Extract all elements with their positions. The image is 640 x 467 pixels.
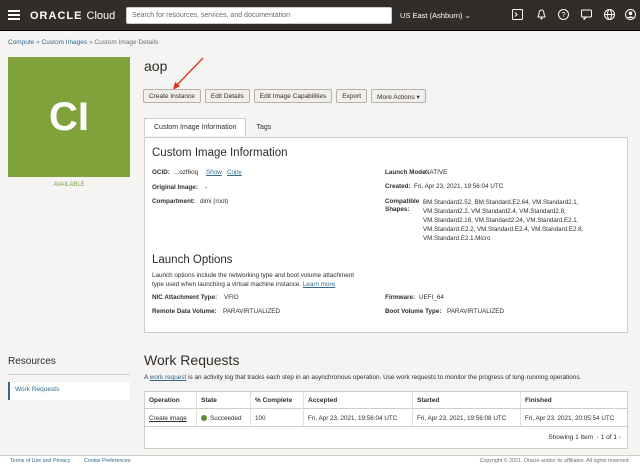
accepted-cell: Fri, Apr 23, 2021, 19:56:04 UTC (304, 409, 413, 427)
work-requests-heading: Work Requests (144, 352, 240, 368)
export-button[interactable]: Export (336, 89, 368, 103)
remote-data-volume-value: PARAVIRTUALIZED (223, 308, 281, 315)
tab-tags[interactable]: Tags (246, 118, 281, 136)
action-buttons: Create Instance Edit Details Edit Image … (143, 89, 430, 103)
info-heading: Custom Image Information (152, 147, 288, 159)
menu-icon[interactable] (8, 10, 20, 20)
original-image-value: - (205, 184, 208, 191)
breadcrumb-current: Custom Image Details (94, 39, 159, 46)
user-profile-icon[interactable] (624, 9, 636, 21)
finished-cell: Fri, Apr 23, 2021, 20:05:54 UTC (521, 409, 627, 427)
work-request-link[interactable]: work request (150, 374, 187, 381)
compatible-shapes-label: Compatible (385, 198, 420, 205)
column-header-percent-complete[interactable]: % Complete (251, 392, 304, 409)
status-badge: AVAILABLE (53, 182, 85, 188)
shapes-label: Shapes: (385, 206, 410, 213)
more-actions-button[interactable]: More Actions ▾ (371, 89, 426, 103)
resources-heading: Resources (8, 356, 56, 367)
state-cell: Succeeded (197, 409, 251, 427)
launch-mode-value: NATIVE (425, 169, 448, 176)
started-cell: Fri, Apr 23, 2021, 19:56:08 UTC (413, 409, 521, 427)
status-dot-icon (201, 415, 207, 421)
breadcrumb-compute[interactable]: Compute (8, 39, 34, 46)
nic-attachment-label: NIC Attachment Type: (152, 294, 218, 301)
column-header-started[interactable]: Started (413, 392, 521, 409)
region-selector[interactable]: US East (Ashburn) ⌄ (400, 11, 471, 20)
tab-custom-image-information[interactable]: Custom Image Information (144, 118, 247, 136)
firmware-label: Firmware: (385, 294, 416, 301)
work-requests-table: Operation State % Complete Accepted Star… (144, 391, 628, 449)
red-arrow-annotation (173, 57, 204, 90)
column-header-operation[interactable]: Operation (145, 392, 197, 409)
ocid-show-link[interactable]: Show (206, 169, 222, 176)
compartment-value: dimi (root) (200, 198, 229, 205)
original-image-label: Original Image: (152, 184, 198, 191)
remote-data-volume-label: Remote Data Volume: (152, 308, 217, 315)
top-navigation-bar: ORACLE Cloud Search for resources, servi… (0, 0, 640, 31)
launch-options-description: Launch options include the networking ty… (152, 272, 354, 288)
compatible-shapes-list: BM.Standard2.52, BM.Standard.E2.64, VM.S… (423, 199, 584, 242)
chevron-down-icon: ⌄ (464, 11, 471, 20)
chat-icon[interactable] (580, 9, 592, 21)
created-value: Fri, Apr 23, 2021, 19:56:04 UTC (414, 183, 504, 190)
create-instance-button[interactable]: Create Instance (143, 89, 201, 103)
custom-image-avatar: CI (8, 57, 130, 177)
breadcrumb-custom-images[interactable]: Custom Images (42, 39, 88, 46)
created-label: Created: (385, 183, 411, 190)
boot-volume-type-label: Boot Volume Type: (385, 308, 442, 315)
column-header-finished[interactable]: Finished (521, 392, 627, 409)
page-footer: Terms of Use and Privacy Cookie Preferen… (0, 455, 640, 467)
pagination: Showing 1 Item ‹ 1 of 1 › (548, 434, 621, 441)
firmware-value: UEFI_64 (419, 294, 444, 301)
oracle-cloud-logo[interactable]: ORACLE Cloud (30, 10, 115, 22)
next-page-icon[interactable]: › (619, 434, 621, 441)
work-requests-description: A work request is an activity log that t… (144, 374, 582, 381)
cloud-shell-icon[interactable] (511, 9, 523, 21)
bell-icon[interactable] (535, 9, 547, 21)
ocid-value: ...ozf6oq (174, 169, 199, 176)
copyright-text: Copyright © 2021, Oracle and/or its affi… (479, 458, 630, 464)
help-icon[interactable]: ? (557, 9, 569, 21)
ocid-copy-link[interactable]: Copy (227, 169, 242, 176)
column-header-accepted[interactable]: Accepted (304, 392, 413, 409)
search-input[interactable]: Search for resources, services, and docu… (126, 7, 392, 24)
prev-page-icon[interactable]: ‹ (597, 434, 599, 441)
compartment-label: Compartment: (152, 198, 196, 205)
sidebar-item-work-requests[interactable]: Work Requests (8, 382, 130, 400)
page-title: aop (144, 58, 168, 74)
terms-link[interactable]: Terms of Use and Privacy (10, 458, 70, 464)
percent-complete-cell: 100 (251, 409, 304, 427)
boot-volume-type-value: PARAVIRTUALIZED (447, 308, 505, 315)
svg-text:?: ? (561, 12, 565, 19)
nic-attachment-value: VFIO (224, 294, 239, 301)
ocid-label: OCID: (152, 169, 170, 176)
operation-link[interactable]: Create image (145, 409, 197, 427)
page-indicator: 1 of 1 (600, 434, 618, 441)
launch-options-heading: Launch Options (152, 254, 233, 266)
launch-mode-label: Launch Mode: (385, 169, 428, 176)
edit-image-capabilities-button[interactable]: Edit Image Capabilities (253, 89, 333, 103)
divider (8, 374, 130, 375)
learn-more-link[interactable]: Learn more (303, 281, 335, 288)
caret-down-icon: ▾ (416, 94, 420, 101)
globe-icon[interactable] (603, 9, 615, 21)
column-header-state[interactable]: State (197, 392, 251, 409)
edit-details-button[interactable]: Edit Details (204, 89, 250, 103)
showing-count: Showing 1 Item (548, 434, 594, 441)
breadcrumb: Compute » Custom Images » Custom Image D… (8, 39, 159, 46)
detail-tabs: Custom Image Information Tags (144, 118, 281, 136)
cookie-preferences-link[interactable]: Cookie Preferences (84, 458, 131, 464)
